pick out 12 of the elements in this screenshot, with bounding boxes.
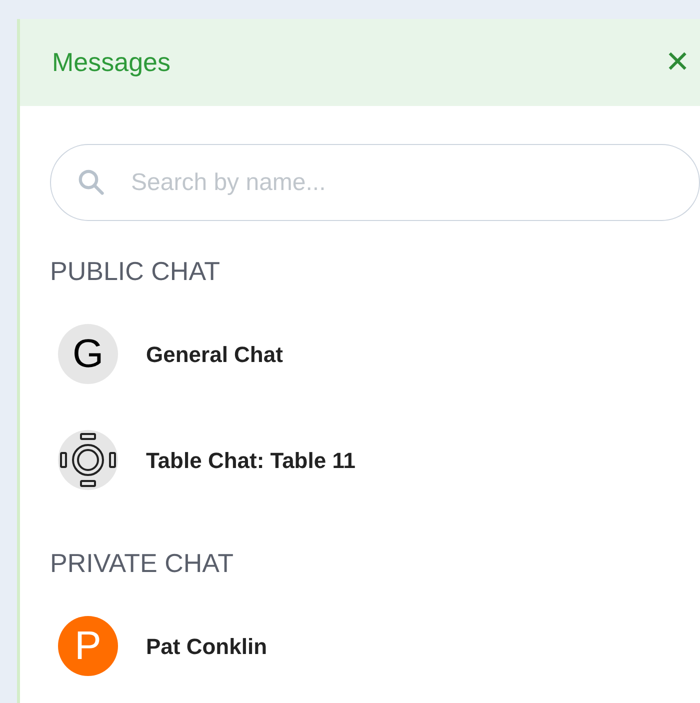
search-field[interactable]: Search by name... bbox=[50, 144, 700, 221]
close-button[interactable]: ✕ bbox=[665, 48, 690, 78]
table-icon bbox=[58, 430, 118, 490]
search-icon bbox=[76, 167, 106, 197]
panel-title: Messages bbox=[52, 46, 170, 79]
avatar: G bbox=[58, 324, 118, 384]
chat-item[interactable]: P Pat Conklin bbox=[50, 593, 700, 699]
section-heading: PRIVATE CHAT bbox=[50, 547, 234, 579]
chat-item[interactable]: G General Chat bbox=[50, 301, 700, 407]
avatar: P bbox=[58, 616, 118, 676]
section-heading: PUBLIC CHAT bbox=[50, 255, 221, 287]
chat-item[interactable]: Table Chat: Table 11 bbox=[50, 407, 700, 513]
